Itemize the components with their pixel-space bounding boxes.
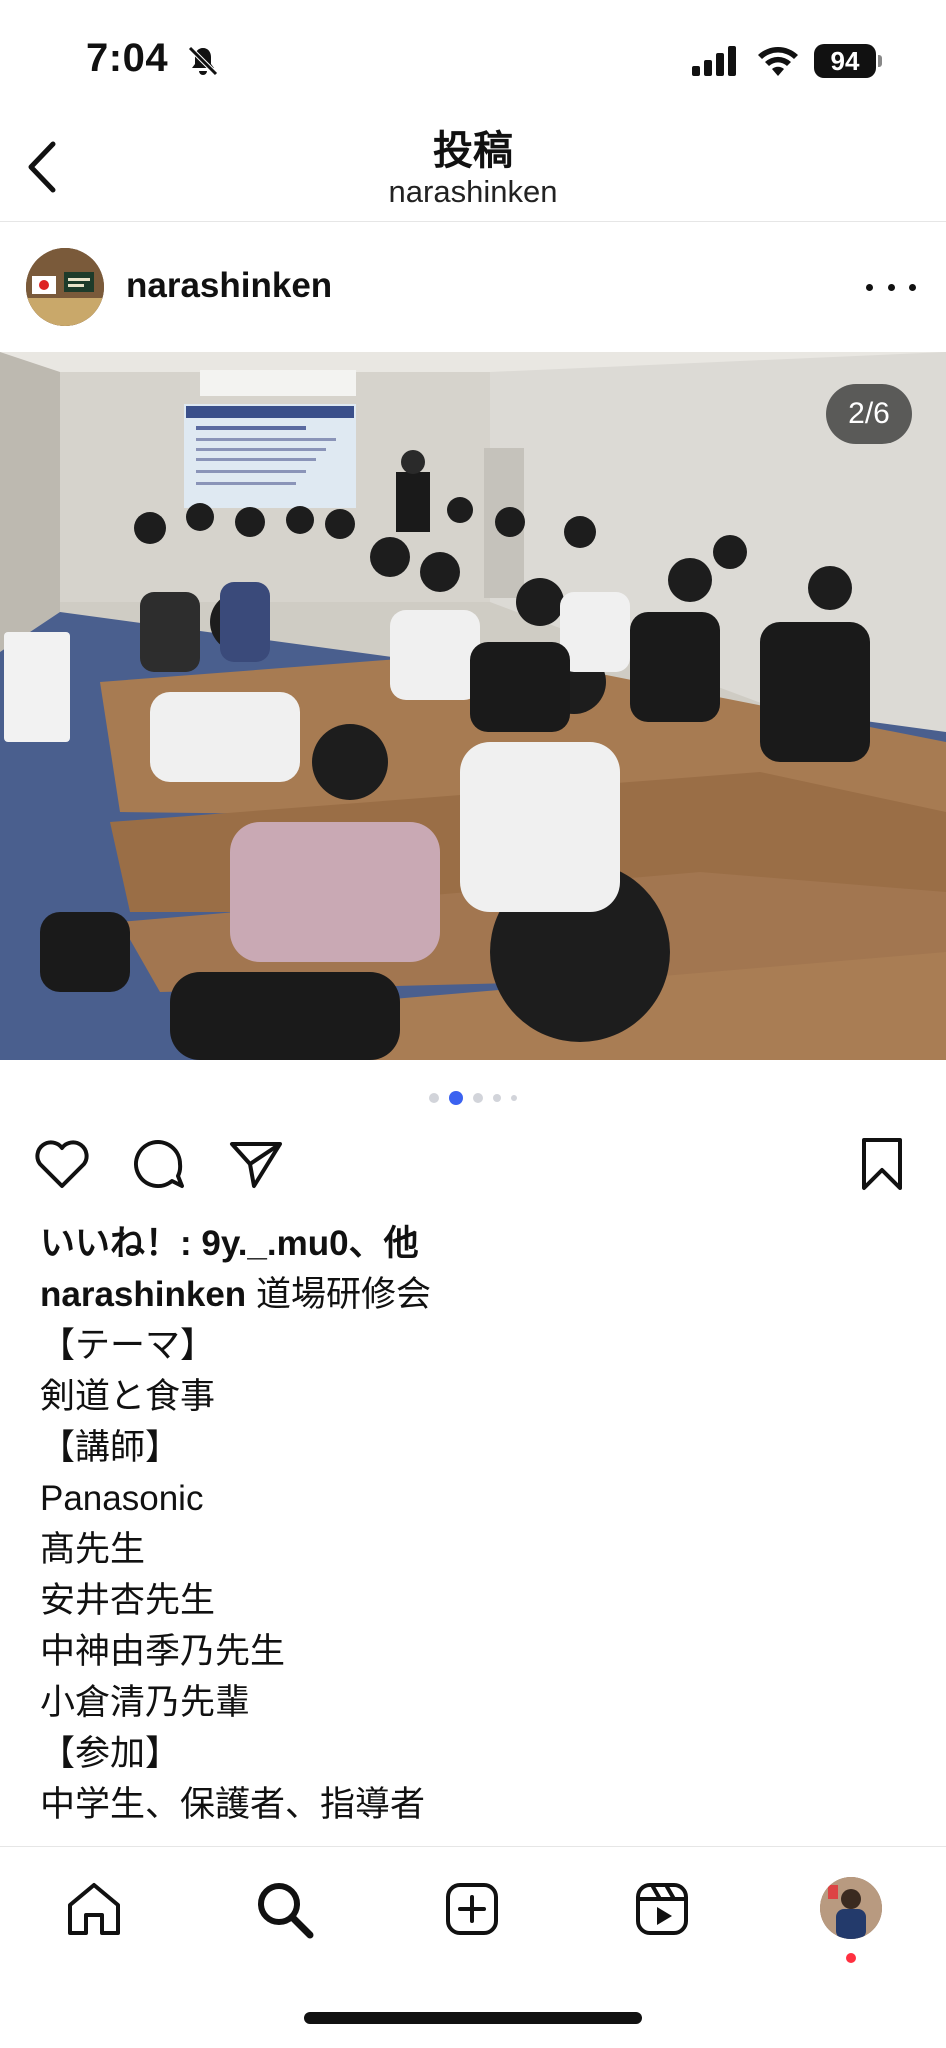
cellular-signal-icon xyxy=(692,46,736,76)
caption-line: 安井杏先生 xyxy=(40,1581,216,1620)
caption-line: 中学生、保護者、指導者 xyxy=(40,1785,426,1824)
tab-reels[interactable] xyxy=(630,1877,694,1941)
caption-line: 小倉清乃先輩 xyxy=(40,1683,251,1722)
caption-line: Panasonic xyxy=(40,1479,204,1518)
wifi-icon xyxy=(758,47,798,76)
carousel-dot-active xyxy=(449,1091,463,1105)
avatar-image xyxy=(26,248,104,326)
send-icon xyxy=(230,1142,282,1188)
more-dot xyxy=(887,283,895,291)
comment-button[interactable] xyxy=(128,1134,188,1194)
status-bar: 7:04 94 xyxy=(0,0,946,120)
like-button[interactable] xyxy=(32,1134,92,1194)
more-dot xyxy=(909,283,916,291)
caption-line: 髙先生 xyxy=(40,1530,146,1569)
more-horizontal-icon xyxy=(866,283,873,291)
caption-line: 【参加】 xyxy=(40,1734,181,1773)
post-caption: いいね！: 9y._.mu0、他 narashinken 道場研修会 【テーマ】… xyxy=(40,1218,920,1830)
carousel-indicator xyxy=(0,1088,946,1108)
tab-create[interactable] xyxy=(440,1877,504,1941)
page-subtitle[interactable]: narashinken xyxy=(0,174,946,210)
notification-dot xyxy=(846,1953,856,1963)
caption-first-line: narashinken 道場研修会 xyxy=(40,1269,920,1320)
photo-classroom-seminar xyxy=(0,352,946,1060)
post-header: narashinken xyxy=(0,236,946,336)
reels-icon xyxy=(636,1883,688,1935)
caption-line: 【テーマ】 xyxy=(40,1326,216,1365)
avatar[interactable] xyxy=(26,248,104,326)
bookmark-icon xyxy=(862,1138,902,1190)
caption-line: 中神由季乃先生 xyxy=(40,1632,286,1671)
profile-avatar xyxy=(820,1877,882,1939)
battery-level: 94 xyxy=(814,44,876,78)
add-square-icon xyxy=(446,1883,498,1935)
caption-text: 道場研修会 xyxy=(255,1275,431,1314)
tab-search[interactable] xyxy=(252,1877,316,1941)
post-action-bar xyxy=(0,1126,946,1202)
carousel-dot xyxy=(493,1094,501,1102)
post-username[interactable]: narashinken xyxy=(126,266,332,306)
caption-line: 【講師】 xyxy=(40,1428,181,1467)
tab-home[interactable] xyxy=(62,1877,126,1941)
carousel-dot xyxy=(473,1093,483,1103)
search-icon xyxy=(258,1883,314,1939)
save-button[interactable] xyxy=(852,1134,912,1194)
battery-indicator: 94 xyxy=(814,44,882,78)
carousel-dot xyxy=(429,1093,439,1103)
likes-count[interactable]: いいね！: 9y._.mu0、他 xyxy=(40,1218,920,1269)
heart-icon xyxy=(35,1140,89,1188)
status-time: 7:04 xyxy=(86,36,169,80)
carousel-dot xyxy=(511,1095,517,1101)
share-button[interactable] xyxy=(226,1134,286,1194)
post-photo[interactable] xyxy=(0,352,946,1060)
battery-tip xyxy=(878,55,882,67)
bell-muted-icon xyxy=(188,46,218,76)
nav-header: 投稿 narashinken xyxy=(0,110,946,222)
home-indicator xyxy=(304,2012,642,2024)
photo-counter-badge: 2/6 xyxy=(826,384,912,444)
bottom-tab-bar xyxy=(0,1846,946,1986)
more-options-button[interactable] xyxy=(866,272,916,302)
home-icon xyxy=(68,1883,120,1935)
tab-profile[interactable] xyxy=(820,1877,882,1939)
page-title: 投稿 xyxy=(433,129,513,173)
caption-line: 剣道と食事 xyxy=(40,1377,216,1416)
comment-icon xyxy=(134,1140,184,1189)
caption-author[interactable]: narashinken xyxy=(40,1275,246,1314)
